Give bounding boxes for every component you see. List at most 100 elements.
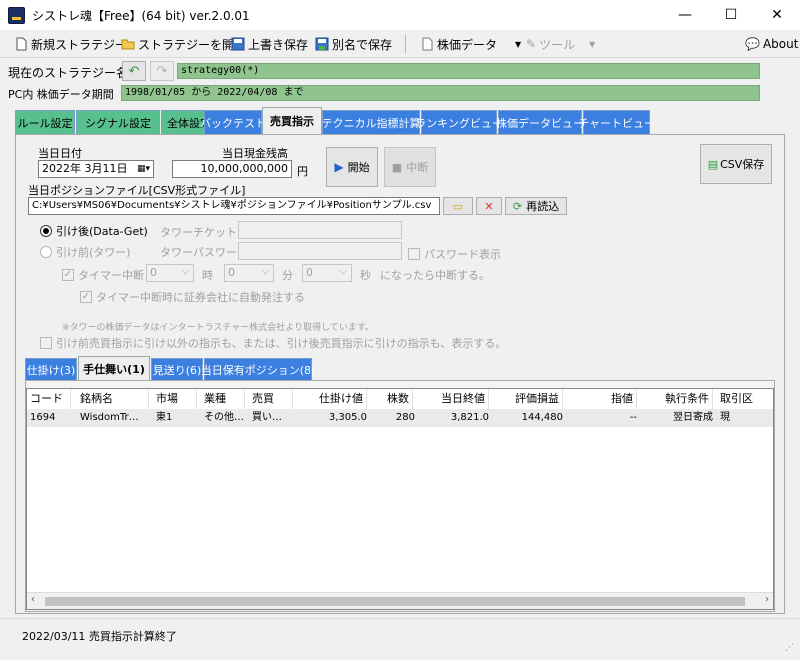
cell-entry-price: 3,305.0 [297, 409, 371, 427]
radio-after-close[interactable]: 引け後(Data-Get) [40, 223, 148, 239]
column-header[interactable]: 市場 [153, 389, 197, 409]
tab-signal-settings[interactable]: シグナル設定 [76, 110, 160, 134]
scrollbar-thumb[interactable] [45, 597, 745, 606]
minute-unit: 分 [282, 269, 293, 282]
radio-before-close[interactable]: 引け前(タワー) [40, 244, 131, 260]
tab-backtest[interactable]: バックテスト [200, 110, 266, 134]
tab-exits[interactable]: 手仕舞い(1) [78, 356, 150, 380]
scroll-right-icon[interactable]: › [765, 594, 769, 605]
column-header[interactable]: 指値 [567, 389, 637, 409]
column-header[interactable]: 銘柄名 [77, 389, 149, 409]
checkbox-box [40, 337, 52, 349]
csv-save-label: CSV保存 [720, 158, 765, 171]
position-file-label: 当日ポジションファイル[CSV形式ファイル] [28, 184, 246, 197]
show-orders-checkbox[interactable]: 引け前売買指示に引け以外の指示も、または、引け後売買指示に引けの指示も、表示する… [40, 335, 506, 351]
column-header[interactable]: コード [27, 389, 71, 409]
auto-order-checkbox[interactable]: ✓ タイマー中断時に証券会社に自動発注する [80, 289, 305, 305]
minute-select[interactable]: 0 [224, 264, 274, 282]
timer-stop-checkbox[interactable]: ✓ タイマー中断 [62, 267, 144, 283]
radio-after-label: 引け後(Data-Get) [56, 225, 148, 238]
new-strategy-button[interactable]: 新規ストラテジー [14, 35, 127, 53]
column-header[interactable]: 評価損益 [493, 389, 563, 409]
app-icon [8, 7, 25, 24]
stock-data-menu[interactable]: 株価データ ▼ [420, 35, 521, 53]
save-as-button[interactable]: 別名で保存 [315, 35, 392, 53]
strategy-label: 現在のストラテジー名 [8, 66, 129, 80]
horizontal-scrollbar[interactable]: ‹ › [27, 592, 773, 609]
tower-password-input[interactable] [238, 242, 402, 260]
clear-file-button[interactable]: ✕ [476, 197, 502, 215]
scroll-left-icon[interactable]: ‹ [31, 594, 35, 605]
browse-folder-button[interactable]: ▭ [443, 197, 473, 215]
start-button[interactable]: ▶ 開始 [326, 147, 378, 187]
stop-button[interactable]: ■ 中断 [384, 147, 436, 187]
hour-select[interactable]: 0 [146, 264, 194, 282]
tab-skipped[interactable]: 見送り(6) [151, 358, 203, 380]
exits-table[interactable]: コード 銘柄名 市場 業種 売買 仕掛け値 株数 当日終値 評価損益 指値 執行… [26, 388, 774, 610]
column-header[interactable]: 株数 [371, 389, 413, 409]
tools-label: ツール [539, 37, 576, 52]
overwrite-save-label: 上書き保存 [248, 37, 309, 52]
tab-technical-indicators[interactable]: テクニカル指標計算 [322, 110, 421, 134]
date-value: 2022年 3月11日 [42, 162, 128, 175]
start-label: 開始 [347, 161, 370, 174]
status-bar: 2022/03/11 売買指示計算終了 ⋰ [0, 618, 800, 660]
tab-trade-orders[interactable]: 売買指示 [262, 107, 322, 134]
dropdown-arrow-icon: ▼ [589, 39, 596, 49]
radio-before-label: 引け前(タワー) [56, 246, 131, 259]
toolbar: 新規ストラテジー ストラテジーを開く 上書き保存 別名で保存 株価データ ▼ ✎… [0, 30, 800, 58]
cell-limit: -- [567, 409, 641, 427]
folder-icon: ▭ [452, 199, 464, 213]
radio-button [40, 246, 52, 258]
open-strategy-label: ストラテジーを開く [138, 37, 247, 52]
undo-button[interactable]: ↶ [122, 61, 146, 81]
tower-ticket-label: タワーチケット [160, 226, 237, 239]
tools-menu[interactable]: ✎ ツール ▼ [526, 35, 595, 53]
tab-positions[interactable]: 当日保有ポジション(8) [201, 358, 315, 380]
resize-grip-icon[interactable]: ⋰ [785, 643, 794, 653]
column-header[interactable]: 執行条件 [641, 389, 713, 409]
date-picker[interactable]: 2022年 3月11日 ▦▾ [38, 160, 154, 178]
save-as-icon [315, 37, 329, 51]
cell-name: WisdomTr… [77, 409, 153, 427]
stop-label: 中断 [406, 161, 429, 174]
column-header[interactable]: 業種 [201, 389, 245, 409]
folder-open-icon [121, 39, 135, 50]
overwrite-save-button[interactable]: 上書き保存 [231, 35, 308, 53]
auto-order-label: タイマー中断時に証券会社に自動発注する [96, 291, 305, 304]
speech-bubble-icon: 💬 [745, 37, 760, 51]
column-header[interactable]: 当日終値 [419, 389, 489, 409]
show-password-checkbox[interactable]: パスワード表示 [408, 246, 501, 262]
redo-button[interactable]: ↷ [150, 61, 174, 81]
position-file-path[interactable]: C:¥Users¥MS06¥Documents¥シストレ魂¥ポジションファイル¥… [28, 197, 440, 215]
about-button[interactable]: 💬 About [745, 35, 798, 53]
check-icon: ✓ [80, 291, 92, 303]
second-select[interactable]: 0 [302, 264, 352, 282]
tab-ranking-view[interactable]: ランキングビュー [415, 110, 503, 134]
redo-icon: ↷ [156, 63, 168, 79]
close-button[interactable]: ✕ [754, 0, 800, 30]
timer-stop-label: タイマー中断 [78, 269, 144, 282]
open-strategy-button[interactable]: ストラテジーを開く [121, 35, 246, 53]
cash-input[interactable]: 10,000,000,000 [172, 160, 292, 178]
cash-label: 当日現金残高 [222, 147, 288, 160]
minimize-button[interactable]: — [662, 0, 708, 30]
column-header[interactable]: 売買 [249, 389, 293, 409]
window-title: シストレ魂【Free】(64 bit) ver.2.0.01 [32, 9, 250, 23]
maximize-button[interactable]: ☐ [708, 0, 754, 30]
cell-code: 1694 [27, 409, 77, 427]
tab-stock-data-view[interactable]: 株価データビュー [496, 110, 584, 134]
stop-icon: ■ [391, 160, 403, 174]
radio-button [40, 225, 52, 237]
tab-rule-settings[interactable]: ルール設定 [15, 110, 75, 134]
tab-chart-view[interactable]: チャートビュー [578, 110, 655, 134]
refresh-icon: ⟳ [512, 199, 523, 213]
reload-label: 再読込 [526, 200, 560, 213]
column-header[interactable]: 取引区 [717, 389, 773, 409]
csv-save-button[interactable]: ▤ CSV保存 [700, 144, 772, 184]
column-header[interactable]: 仕掛け値 [297, 389, 367, 409]
tab-entries[interactable]: 仕掛け(3) [25, 358, 77, 380]
reload-button[interactable]: ⟳ 再読込 [505, 197, 567, 215]
result-tabs: 仕掛け(3) 手仕舞い(1) 見送り(6) 当日保有ポジション(8) [25, 356, 325, 380]
tower-ticket-input[interactable] [238, 221, 402, 239]
